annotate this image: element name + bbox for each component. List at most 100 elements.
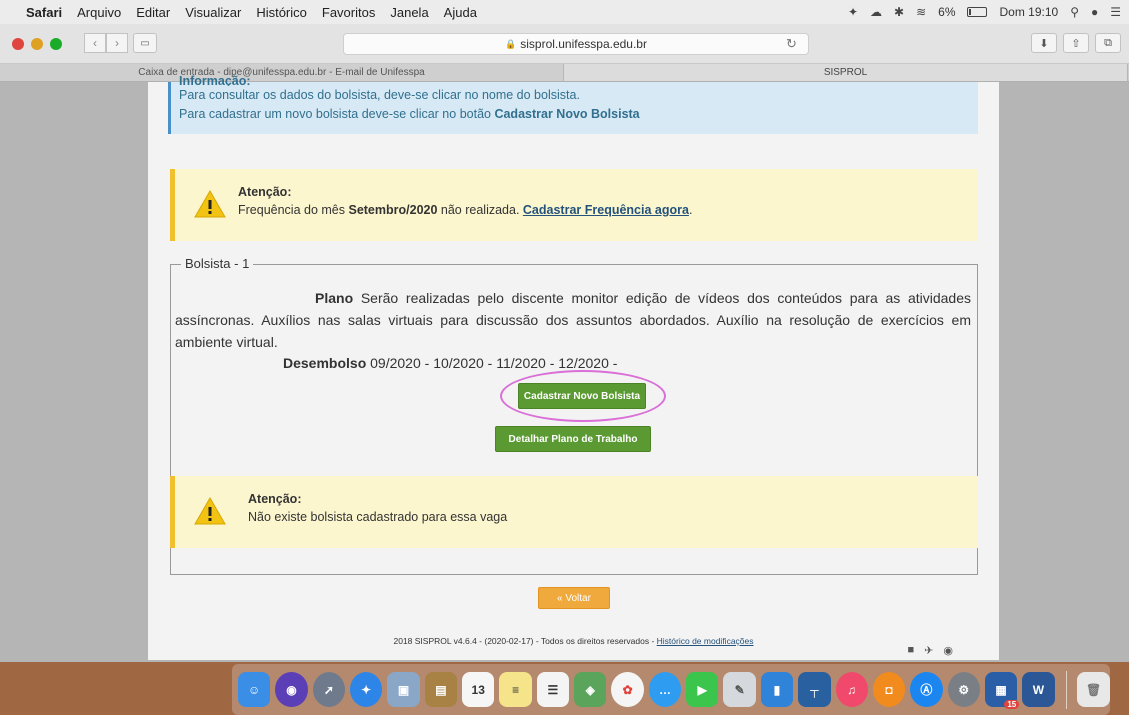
music-icon[interactable]: ♫ xyxy=(835,672,868,707)
dock: ☺ ◉ ➚ ✦ ▣ ▤ 13 ≡ ☰ ◈ ✿ … ▶ ✎ ▮ ┬ ♫ ◘ Ⓐ ⚙… xyxy=(232,664,1110,715)
menu-arquivo[interactable]: Arquivo xyxy=(77,5,121,20)
battery-percent[interactable]: 6% xyxy=(938,5,955,19)
desembolso: Desembolso 09/2020 - 10/2020 - 11/2020 -… xyxy=(283,355,617,371)
alert-text: Não existe bolsista cadastrado para essa… xyxy=(248,510,508,524)
no-bolsista-alert: Atenção: Não existe bolsista cadastrado … xyxy=(170,476,978,548)
clock[interactable]: Dom 19:10 xyxy=(999,5,1058,19)
app-store-icon[interactable]: Ⓐ xyxy=(910,672,943,707)
dock-separator xyxy=(1065,670,1067,709)
menu-visualizar[interactable]: Visualizar xyxy=(185,5,241,20)
system-preferences-icon[interactable]: ⚙ xyxy=(947,672,980,707)
books-icon[interactable]: ◘ xyxy=(872,672,906,707)
status-area: ✦ ☁ ✱ ≋ 6% Dom 19:10 ⚲ ● ☰ xyxy=(848,0,1121,24)
tab-email[interactable]: Caixa de entrada - dipe@unifesspa.edu.br… xyxy=(0,64,564,81)
info-heading: Informação: xyxy=(179,74,251,86)
share-icon[interactable]: ⇧ xyxy=(1063,33,1089,53)
footer: 2018 SISPROL v4.6.4 - (2020-02-17) - Tod… xyxy=(148,636,999,646)
plan-text: Plano Serão realizadas pelo discente mon… xyxy=(175,287,971,353)
sidebar-toggle-icon[interactable]: ▭ xyxy=(133,33,157,53)
info-box: Informação: Para consultar os dados do b… xyxy=(168,74,978,134)
twitter-icon[interactable]: ✈ xyxy=(924,644,933,657)
info-line-2-bold: Cadastrar Novo Bolsista xyxy=(494,107,640,121)
notes-icon[interactable]: ≡ xyxy=(499,672,532,707)
finder-icon[interactable]: ☺ xyxy=(238,672,271,707)
safari-icon[interactable]: ✦ xyxy=(350,672,383,707)
menu-janela[interactable]: Janela xyxy=(390,5,428,20)
notification-center-icon[interactable]: ☰ xyxy=(1110,5,1121,19)
close-window-button[interactable] xyxy=(12,38,24,50)
spotlight-icon[interactable]: ⚲ xyxy=(1070,5,1079,19)
url-text: sisprol.unifesspa.edu.br xyxy=(520,37,647,51)
alert-text: Frequência do mês Setembro/2020 não real… xyxy=(238,203,692,217)
alert-text-end: . xyxy=(688,203,693,217)
menu-app-safari[interactable]: Safari xyxy=(26,5,62,20)
plan-description: Serão realizadas pelo discente monitor e… xyxy=(175,290,971,350)
web-icon[interactable]: ◉ xyxy=(943,644,953,657)
word-icon[interactable]: W xyxy=(1022,672,1055,707)
siri-icon[interactable]: ◉ xyxy=(275,672,308,707)
changelog-link[interactable]: Histórico de modificações xyxy=(657,636,754,646)
messages-icon[interactable]: … xyxy=(648,672,682,707)
alert-title: Atenção: xyxy=(248,492,302,506)
back-button[interactable]: « Voltar xyxy=(538,587,610,609)
menu-bar: Safari Arquivo Editar Visualizar Históri… xyxy=(0,0,1129,24)
menu-favoritos[interactable]: Favoritos xyxy=(322,5,375,20)
contacts-icon[interactable]: ▤ xyxy=(424,672,458,707)
tabs-overview-icon[interactable]: ⧉ xyxy=(1095,33,1121,53)
bluetooth-icon[interactable]: ✱ xyxy=(894,5,904,19)
bolsista-legend: Bolsista - 1 xyxy=(181,256,254,271)
register-frequency-link[interactable]: Cadastrar Frequência agora xyxy=(523,203,689,217)
tab-bar: Caixa de entrada - dipe@unifesspa.edu.br… xyxy=(0,64,1129,82)
window-controls xyxy=(12,38,62,50)
wifi-icon[interactable]: ≋ xyxy=(916,5,926,19)
downloads-icon[interactable]: ⬇ xyxy=(1031,33,1057,53)
maps-icon[interactable]: ◈ xyxy=(574,672,607,707)
alert-month: Setembro/2020 xyxy=(348,203,438,217)
alert-title: Atenção: xyxy=(238,185,292,199)
numbers-icon[interactable]: ▮ xyxy=(760,672,794,707)
desembolso-label: Desembolso xyxy=(283,355,367,371)
plan-label: Plano xyxy=(315,290,354,306)
alert-text-prefix: Frequência do mês xyxy=(238,203,349,217)
photos-icon[interactable]: ✿ xyxy=(611,672,644,707)
back-icon[interactable]: ‹ xyxy=(84,33,106,53)
facebook-icon[interactable]: ■ xyxy=(908,644,915,657)
menu-historico[interactable]: Histórico xyxy=(256,5,307,20)
desembolso-value: 09/2020 - 10/2020 - 11/2020 - 12/2020 - xyxy=(366,355,618,371)
footer-text: 2018 SISPROL v4.6.4 - (2020-02-17) - Tod… xyxy=(393,636,657,646)
facetime-icon[interactable]: ▶ xyxy=(686,672,719,707)
keynote-icon[interactable]: ┬ xyxy=(798,672,831,707)
detail-work-plan-button[interactable]: Detalhar Plano de Trabalho xyxy=(495,426,651,452)
warning-icon xyxy=(194,496,226,525)
cloud-icon[interactable]: ☁ xyxy=(870,5,882,19)
social-links: ■ ✈ ◉ xyxy=(908,644,953,657)
page-content: Informação: Para consultar os dados do b… xyxy=(148,74,999,660)
frequency-alert: Atenção: Frequência do mês Setembro/2020… xyxy=(170,169,978,241)
grid-app-icon[interactable]: ▦ 15 xyxy=(984,672,1020,709)
battery-icon[interactable] xyxy=(967,7,988,17)
preview-icon[interactable]: ▣ xyxy=(387,672,420,707)
toolbar-right: ⬇ ⇧ ⧉ xyxy=(1031,33,1121,53)
info-line-2-text: Para cadastrar um novo bolsista deve-se … xyxy=(179,107,495,121)
info-line-1: Para consultar os dados do bolsista, dev… xyxy=(179,88,580,102)
menu-ajuda[interactable]: Ajuda xyxy=(444,5,477,20)
reload-icon[interactable]: ↻ xyxy=(786,36,797,52)
zoom-window-button[interactable] xyxy=(50,38,62,50)
minimize-window-button[interactable] xyxy=(31,38,43,50)
address-bar[interactable]: 🔒 sisprol.unifesspa.edu.br xyxy=(343,33,809,55)
calendar-icon[interactable]: 13 xyxy=(462,672,495,707)
forward-icon[interactable]: › xyxy=(106,33,128,53)
menu-editar[interactable]: Editar xyxy=(136,5,170,20)
siri-icon[interactable]: ● xyxy=(1091,5,1098,19)
extensions-icon[interactable]: ✦ xyxy=(848,5,858,19)
reminders-icon[interactable]: ☰ xyxy=(536,672,570,707)
lock-icon: 🔒 xyxy=(505,38,517,49)
launchpad-icon[interactable]: ➚ xyxy=(312,672,346,707)
tab-sisprol[interactable]: SISPROL xyxy=(564,64,1128,81)
pages-icon[interactable]: ✎ xyxy=(723,672,756,707)
register-new-bolsista-button[interactable]: Cadastrar Novo Bolsista xyxy=(518,383,646,409)
info-line-2: Para cadastrar um novo bolsista deve-se … xyxy=(179,105,968,124)
nav-buttons: ‹ › xyxy=(84,33,128,53)
trash-icon[interactable]: 🗑 xyxy=(1077,672,1110,707)
browser-toolbar: ‹ › ▭ 🔒 sisprol.unifesspa.edu.br ↻ ⬇ ⇧ ⧉ xyxy=(0,24,1129,64)
